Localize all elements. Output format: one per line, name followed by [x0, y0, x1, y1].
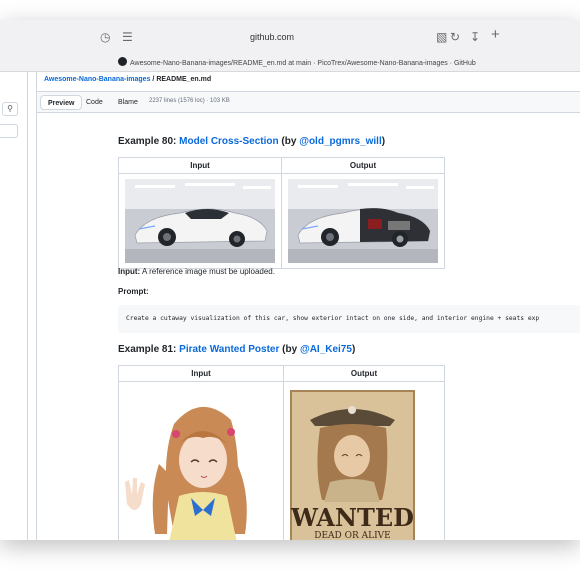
example-81-prefix: Example 81: [118, 344, 180, 355]
browser-chrome: ◷ ☰ github.com ▧ ↻ ↧ + Awesome-Nano-Bana… [0, 20, 580, 72]
reload-icon[interactable]: ↻ [450, 30, 460, 44]
example-81-input-header: Input [118, 365, 284, 382]
browser-window: ◷ ☰ github.com ▧ ↻ ↧ + Awesome-Nano-Bana… [0, 20, 580, 540]
url-bar[interactable]: ◷ ☰ github.com ▧ ↻ ↧ + [0, 27, 580, 50]
breadcrumb: Awesome-Nano-Banana-images / README_en.m… [44, 76, 211, 83]
url-text[interactable]: github.com [250, 32, 294, 42]
example-80-prefix: Example 80: [118, 136, 180, 147]
example-81-table: Input Output WANTED DEAD OR ALIVE [118, 365, 445, 540]
file-info: 2237 lines (1576 loc) · 103 KB [149, 98, 230, 104]
example-81-title-link[interactable]: Pirate Wanted Poster [179, 344, 279, 355]
example-80-close: ) [381, 136, 386, 147]
tab-blame[interactable]: Blame [111, 95, 145, 110]
filter-input[interactable] [0, 124, 18, 138]
example-81-output-header: Output [283, 365, 445, 382]
example-80-output-header: Output [281, 157, 445, 174]
reader-icon[interactable]: ☰ [122, 30, 133, 44]
example-80-input-cell [118, 173, 282, 269]
example-80-author-link[interactable]: @old_pgmrs_will [299, 136, 382, 147]
example-81-close: ) [351, 344, 356, 355]
example-81-by: (by [279, 344, 300, 355]
prompt-label: Prompt: [118, 287, 149, 296]
poster-title: WANTED [291, 503, 414, 532]
new-tab-icon[interactable]: + [491, 27, 500, 42]
car-input-image[interactable] [125, 179, 275, 263]
input-note-text: A reference image must be uploaded. [140, 267, 275, 276]
prompt-code-text: Create a cutaway visualization of this c… [126, 315, 540, 322]
example-81-heading: Example 81: Pirate Wanted Poster (by @AI… [118, 344, 355, 355]
tab-title: Awesome-Nano-Banana-images/README_en.md … [130, 60, 476, 67]
example-80-title-link[interactable]: Model Cross-Section [179, 136, 278, 147]
example-81-output-cell: WANTED DEAD OR ALIVE [283, 381, 445, 540]
example-81-author-link[interactable]: @AI_Kei75 [300, 344, 352, 355]
tab-preview[interactable]: Preview [40, 95, 83, 110]
car-output-image[interactable] [288, 179, 438, 263]
example-80-input-note: Input: A reference image must be uploade… [118, 267, 275, 276]
search-icon[interactable]: ⚲ [2, 102, 18, 116]
example-81-input-cell [118, 381, 284, 540]
file-view: Awesome-Nano-Banana-images / README_en.m… [36, 72, 580, 540]
example-80-table: Input Output [118, 157, 445, 269]
file-toolbar: Preview Code Blame 2237 lines (1576 loc)… [37, 91, 580, 113]
active-tab[interactable]: Awesome-Nano-Banana-images/README_en.md … [118, 57, 476, 67]
github-logo-icon [118, 57, 127, 66]
screenshot-stage: ◷ ☰ github.com ▧ ↻ ↧ + Awesome-Nano-Bana… [0, 0, 580, 580]
download-icon[interactable]: ↧ [470, 30, 480, 44]
example-80-output-cell [281, 173, 445, 269]
example-80-prompt-code[interactable]: Create a cutaway visualization of this c… [118, 305, 580, 333]
input-label: Input: [118, 267, 141, 276]
history-icon[interactable]: ◷ [100, 30, 110, 44]
example-80-heading: Example 80: Model Cross-Section (by @old… [118, 136, 385, 147]
breadcrumb-repo-link[interactable]: Awesome-Nano-Banana-images [44, 76, 150, 83]
example-80-by: (by [278, 136, 300, 147]
breadcrumb-file: README_en.md [156, 76, 212, 83]
translate-icon[interactable]: ▧ [436, 30, 447, 44]
example-80-input-header: Input [118, 157, 282, 174]
poster-subtitle: DEAD OR ALIVE [314, 531, 391, 540]
wanted-poster[interactable]: WANTED DEAD OR ALIVE [290, 390, 415, 540]
anime-girl-input-image[interactable] [119, 384, 283, 540]
example-80-prompt-label: Prompt: [118, 287, 149, 296]
file-tree-sidebar: ⚲ [0, 72, 28, 540]
tab-code[interactable]: Code [79, 95, 110, 110]
